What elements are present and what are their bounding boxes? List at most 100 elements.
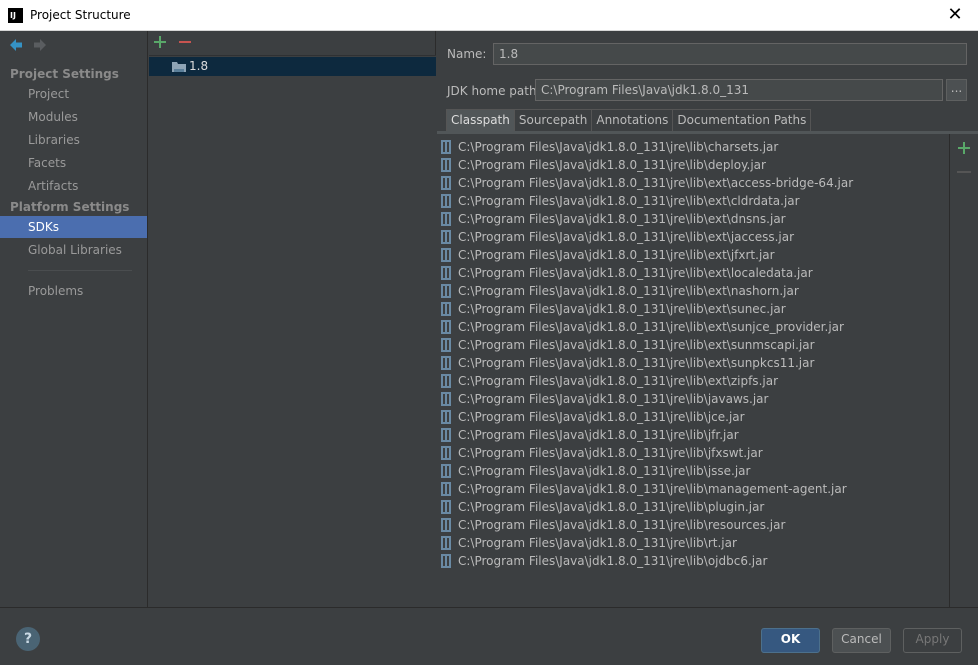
jdk-home-label: JDK home path: [447,84,541,98]
classpath-path: C:\Program Files\Java\jdk1.8.0_131\jre\l… [458,392,769,406]
add-icon[interactable] [153,35,167,49]
classpath-row[interactable]: C:\Program Files\Java\jdk1.8.0_131\jre\l… [439,498,944,516]
name-label: Name: [447,47,487,61]
classpath-path: C:\Program Files\Java\jdk1.8.0_131\jre\l… [458,284,799,298]
intellij-logo-icon: IJ [8,8,23,23]
title-bar: IJ Project Structure ✕ [0,0,978,31]
classpath-row[interactable]: C:\Program Files\Java\jdk1.8.0_131\jre\l… [439,480,944,498]
tab-annotations[interactable]: Annotations [591,109,674,131]
jar-file-icon [441,554,451,568]
classpath-row[interactable]: C:\Program Files\Java\jdk1.8.0_131\jre\l… [439,174,944,192]
sdk-label: 1.8 [189,59,209,73]
remove-icon[interactable] [178,35,192,49]
classpath-row[interactable]: C:\Program Files\Java\jdk1.8.0_131\jre\l… [439,228,944,246]
classpath-row[interactable]: C:\Program Files\Java\jdk1.8.0_131\jre\l… [439,372,944,390]
classpath-path: C:\Program Files\Java\jdk1.8.0_131\jre\l… [458,212,786,226]
classpath-row[interactable]: C:\Program Files\Java\jdk1.8.0_131\jre\l… [439,426,944,444]
classpath-row[interactable]: C:\Program Files\Java\jdk1.8.0_131\jre\l… [439,210,944,228]
platform-settings-header: Platform Settings [10,200,130,214]
sidebar-item-facets[interactable]: Facets [0,152,147,174]
classpath-row[interactable]: C:\Program Files\Java\jdk1.8.0_131\jre\l… [439,192,944,210]
browse-button[interactable]: ... [946,79,967,101]
sidebar-item-problems[interactable]: Problems [0,280,147,302]
classpath-path: C:\Program Files\Java\jdk1.8.0_131\jre\l… [458,374,778,388]
forward-arrow-icon[interactable] [32,37,48,53]
classpath-row[interactable]: C:\Program Files\Java\jdk1.8.0_131\jre\l… [439,156,944,174]
classpath-path: C:\Program Files\Java\jdk1.8.0_131\jre\l… [458,500,765,514]
classpath-row[interactable]: C:\Program Files\Java\jdk1.8.0_131\jre\l… [439,336,944,354]
classpath-row[interactable]: C:\Program Files\Java\jdk1.8.0_131\jre\l… [439,462,944,480]
jar-file-icon [441,248,451,262]
jar-file-icon [441,482,451,496]
sidebar-item-artifacts[interactable]: Artifacts [0,175,147,197]
classpath-path: C:\Program Files\Java\jdk1.8.0_131\jre\l… [458,230,795,244]
jar-file-icon [441,266,451,280]
classpath-row[interactable]: C:\Program Files\Java\jdk1.8.0_131\jre\l… [439,534,944,552]
project-structure-dialog: IJ Project Structure ✕ Project Settings … [0,0,978,665]
classpath-path: C:\Program Files\Java\jdk1.8.0_131\jre\l… [458,482,847,496]
jdk-folder-icon [172,62,186,72]
classpath-row[interactable]: C:\Program Files\Java\jdk1.8.0_131\jre\l… [439,516,944,534]
sidebar-item-project[interactable]: Project [0,83,147,105]
sidebar-divider [28,270,132,271]
classpath-row[interactable]: C:\Program Files\Java\jdk1.8.0_131\jre\l… [439,318,944,336]
jar-file-icon [441,410,451,424]
sdk-tree-item[interactable]: 1.8 [149,57,436,76]
add-classpath-icon[interactable] [957,141,971,155]
classpath-path: C:\Program Files\Java\jdk1.8.0_131\jre\l… [458,518,786,532]
jar-file-icon [441,464,451,478]
jar-file-icon [441,302,451,316]
classpath-row[interactable]: C:\Program Files\Java\jdk1.8.0_131\jre\l… [439,264,944,282]
classpath-row[interactable]: C:\Program Files\Java\jdk1.8.0_131\jre\l… [439,138,944,156]
classpath-row[interactable]: C:\Program Files\Java\jdk1.8.0_131\jre\l… [439,444,944,462]
classpath-path: C:\Program Files\Java\jdk1.8.0_131\jre\l… [458,320,844,334]
sidebar-item-sdks[interactable]: SDKs [0,216,147,238]
jdk-home-input[interactable] [535,79,943,101]
jar-file-icon [441,338,451,352]
remove-classpath-icon[interactable] [957,171,971,173]
jar-file-icon [441,374,451,388]
jar-file-icon [441,446,451,460]
project-settings-header: Project Settings [10,67,119,81]
classpath-path: C:\Program Files\Java\jdk1.8.0_131\jre\l… [458,428,739,442]
tab-classpath[interactable]: Classpath [446,109,515,131]
sidebar-item-libraries[interactable]: Libraries [0,129,147,151]
classpath-row[interactable]: C:\Program Files\Java\jdk1.8.0_131\jre\l… [439,282,944,300]
classpath-path: C:\Program Files\Java\jdk1.8.0_131\jre\l… [458,554,768,568]
classpath-path: C:\Program Files\Java\jdk1.8.0_131\jre\l… [458,464,751,478]
classpath-path: C:\Program Files\Java\jdk1.8.0_131\jre\l… [458,410,745,424]
cancel-button[interactable]: Cancel [832,628,891,653]
window-title: Project Structure [30,8,131,22]
classpath-row[interactable]: C:\Program Files\Java\jdk1.8.0_131\jre\l… [439,354,944,372]
sidebar-item-modules[interactable]: Modules [0,106,147,128]
jar-file-icon [441,392,451,406]
sidebar: Project Settings Project Modules Librari… [0,31,148,607]
classpath-path: C:\Program Files\Java\jdk1.8.0_131\jre\l… [458,446,763,460]
apply-button[interactable]: Apply [903,628,962,653]
ok-button[interactable]: OK [761,628,820,653]
tab-documentation-paths[interactable]: Documentation Paths [672,109,812,131]
jar-file-icon [441,356,451,370]
classpath-path: C:\Program Files\Java\jdk1.8.0_131\jre\l… [458,194,800,208]
classpath-path: C:\Program Files\Java\jdk1.8.0_131\jre\l… [458,248,775,262]
jar-file-icon [441,500,451,514]
jar-file-icon [441,140,451,154]
classpath-row[interactable]: C:\Program Files\Java\jdk1.8.0_131\jre\l… [439,390,944,408]
classpath-list: C:\Program Files\Java\jdk1.8.0_131\jre\l… [437,134,950,607]
classpath-row[interactable]: C:\Program Files\Java\jdk1.8.0_131\jre\l… [439,246,944,264]
jar-file-icon [441,212,451,226]
sidebar-item-global-libraries[interactable]: Global Libraries [0,239,147,261]
dialog-button-bar: ? OK Cancel Apply [0,607,978,665]
close-button[interactable]: ✕ [932,0,978,30]
classpath-row[interactable]: C:\Program Files\Java\jdk1.8.0_131\jre\l… [439,552,944,570]
jar-file-icon [441,158,451,172]
name-input[interactable] [493,43,967,65]
help-button[interactable]: ? [16,627,40,651]
classpath-row[interactable]: C:\Program Files\Java\jdk1.8.0_131\jre\l… [439,408,944,426]
back-arrow-icon[interactable] [8,37,24,53]
tab-sourcepath[interactable]: Sourcepath [513,109,593,131]
classpath-row[interactable]: C:\Program Files\Java\jdk1.8.0_131\jre\l… [439,300,944,318]
classpath-path: C:\Program Files\Java\jdk1.8.0_131\jre\l… [458,302,786,316]
jar-file-icon [441,230,451,244]
sdk-details-panel: Name: JDK home path: ... ClasspathSource… [437,31,978,607]
